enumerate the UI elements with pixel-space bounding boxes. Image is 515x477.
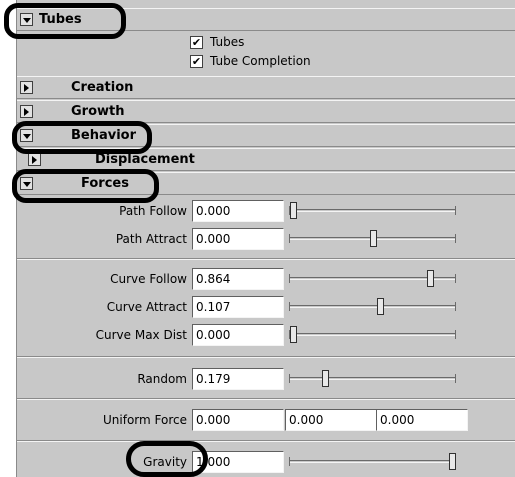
slider-handle[interactable] — [449, 453, 456, 470]
curve-max-dist-slider[interactable] — [289, 325, 456, 345]
tube-completion-checkbox-label: Tube Completion — [210, 54, 311, 68]
slider-handle[interactable] — [377, 298, 385, 315]
path-follow-label: Path Follow — [119, 204, 187, 218]
triangle-right-icon — [24, 84, 29, 92]
path-attract-label: Path Attract — [115, 232, 187, 246]
highlight-oval-tubes — [4, 3, 126, 39]
gravity-slider[interactable] — [289, 452, 456, 472]
random-slider[interactable] — [289, 369, 456, 389]
tubes-checkbox-label: Tubes — [210, 35, 245, 49]
expand-toggle-displacement[interactable] — [28, 153, 41, 166]
highlight-oval-forces — [12, 169, 159, 203]
curve-max-dist-label: Curve Max Dist — [95, 328, 187, 342]
slider-handle[interactable] — [290, 202, 297, 219]
uniform-force-z-field[interactable]: 0.000 — [376, 409, 468, 431]
path-attract-slider[interactable] — [289, 229, 456, 249]
section-label-creation: Creation — [71, 80, 134, 95]
path-follow-field[interactable]: 0.000 — [192, 200, 284, 222]
section-header-growth[interactable]: Growth — [17, 100, 515, 123]
path-attract-field[interactable]: 0.000 — [192, 228, 284, 250]
curve-follow-label: Curve Follow — [110, 272, 187, 286]
divider — [17, 398, 515, 400]
divider — [17, 356, 515, 358]
section-label-growth: Growth — [71, 104, 125, 119]
expand-toggle-growth[interactable] — [20, 105, 33, 118]
slider-handle[interactable] — [427, 270, 435, 287]
triangle-right-icon — [32, 156, 37, 164]
slider-handle[interactable] — [321, 370, 329, 387]
curve-attract-slider[interactable] — [289, 297, 456, 317]
path-follow-slider[interactable] — [289, 201, 456, 221]
uniform-force-label: Uniform Force — [103, 413, 187, 427]
tube-completion-checkbox[interactable]: ✔ — [190, 55, 203, 68]
divider — [17, 440, 515, 442]
curve-follow-slider[interactable] — [289, 269, 456, 289]
slider-handle[interactable] — [290, 326, 297, 343]
curve-attract-label: Curve Attract — [106, 300, 187, 314]
uniform-force-x-field[interactable]: 0.000 — [192, 409, 284, 431]
curve-attract-field[interactable]: 0.107 — [192, 296, 284, 318]
triangle-right-icon — [24, 108, 29, 116]
curve-max-dist-field[interactable]: 0.000 — [192, 324, 284, 346]
random-field[interactable]: 0.179 — [192, 368, 284, 390]
section-label-displacement: Displacement — [95, 152, 195, 167]
expand-toggle-creation[interactable] — [20, 81, 33, 94]
uniform-force-y-field[interactable]: 0.000 — [285, 409, 377, 431]
curve-follow-field[interactable]: 0.864 — [192, 268, 284, 290]
section-header-creation[interactable]: Creation — [17, 76, 515, 99]
attribute-editor-panel: Tubes ✔ Tubes ✔ Tube Completion Creation… — [16, 0, 515, 477]
highlight-oval-gravity — [126, 441, 208, 477]
highlight-oval-behavior — [12, 121, 152, 154]
slider-handle[interactable] — [369, 230, 377, 247]
tubes-checkbox[interactable]: ✔ — [190, 36, 203, 49]
divider — [17, 258, 515, 260]
random-label: Random — [137, 372, 187, 386]
